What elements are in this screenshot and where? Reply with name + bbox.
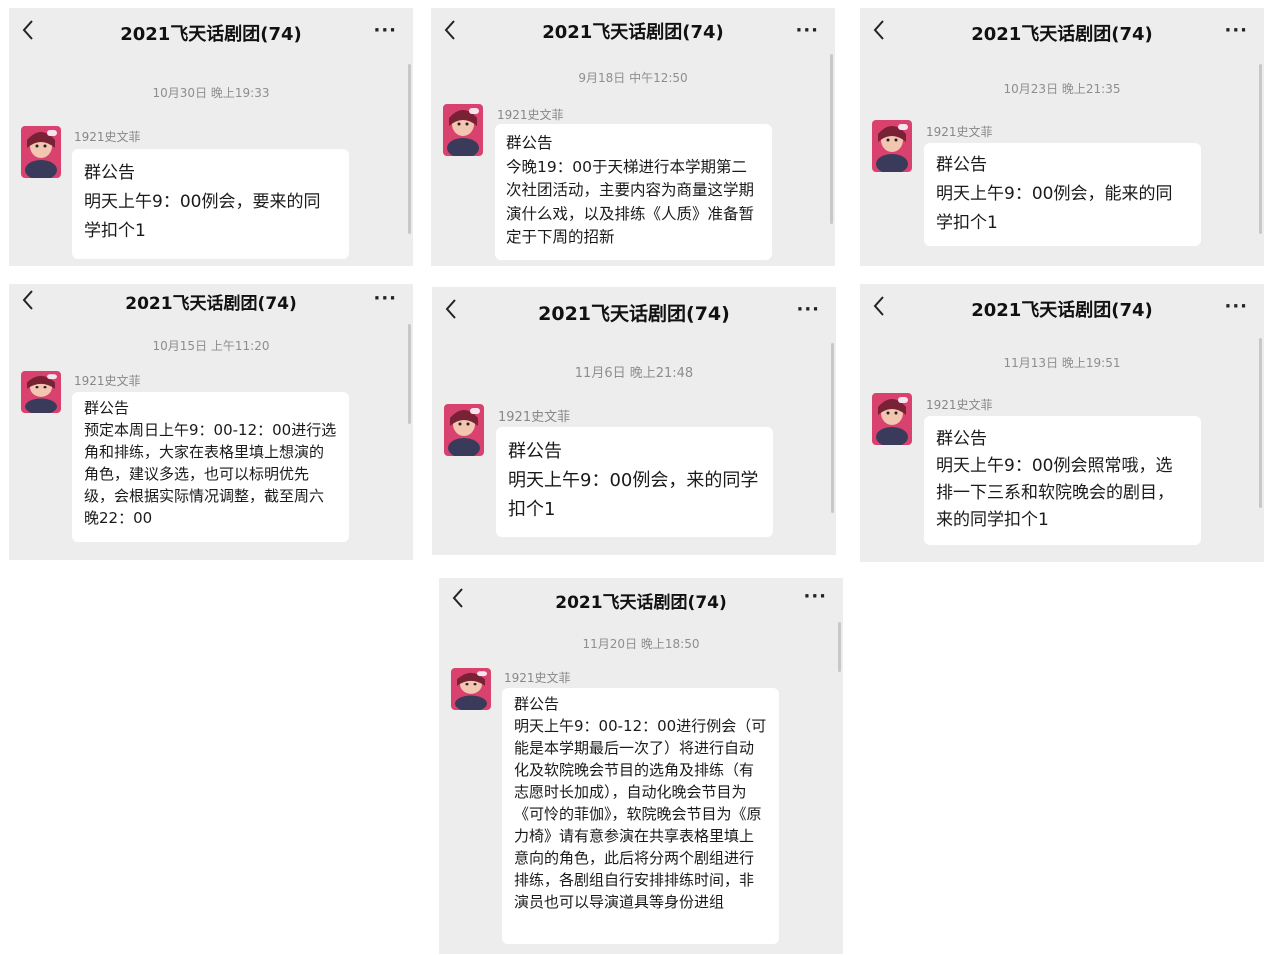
chat-screen-3: 2021飞天话剧团(74) ··· 10月23日 晚上21:35 1921史文菲…	[860, 8, 1264, 266]
chat-screen-7: 2021飞天话剧团(74) ··· 11月20日 晚上18:50 1921史文菲…	[439, 578, 843, 954]
sender-name: 1921史文菲	[74, 130, 141, 144]
sender-avatar[interactable]	[451, 668, 491, 710]
title-bar: 2021飞天话剧团(74) ···	[9, 284, 413, 330]
sender-avatar[interactable]	[444, 404, 484, 456]
announcement-bubble[interactable]: 群公告 明天上午9：00例会，要来的同学扣个1	[72, 149, 349, 259]
chat-title: 2021飞天话剧团(74)	[971, 300, 1153, 321]
chat-title: 2021飞天话剧团(74)	[125, 294, 297, 314]
scrollbar[interactable]	[408, 324, 411, 424]
sender-avatar[interactable]	[21, 371, 61, 413]
announcement-heading: 群公告	[514, 695, 560, 713]
chat-screen-4: 2021飞天话剧团(74) ··· 10月15日 上午11:20 1921史文菲…	[9, 284, 413, 560]
announcement-bubble[interactable]: 群公告 明天上午9：00例会，来的同学扣个1	[496, 427, 773, 537]
chat-title: 2021飞天话剧团(74)	[542, 22, 724, 43]
more-menu-icon[interactable]: ···	[795, 20, 819, 41]
more-menu-icon[interactable]: ···	[796, 299, 820, 320]
announcement-heading: 群公告	[508, 441, 562, 462]
announcement-heading: 群公告	[84, 399, 130, 417]
announcement-heading: 群公告	[506, 134, 553, 152]
more-menu-icon[interactable]: ···	[803, 586, 827, 607]
announcement-bubble[interactable]: 群公告 明天上午9：00例会照常哦，选排一下三系和软院晚会的剧目，来的同学扣个1	[924, 416, 1201, 545]
more-menu-icon[interactable]: ···	[1224, 296, 1248, 317]
message-timestamp: 11月6日 晚上21:48	[574, 366, 694, 381]
announcement-heading: 群公告	[936, 429, 987, 449]
title-bar: 2021飞天话剧团(74) ···	[439, 578, 843, 624]
scrollbar[interactable]	[831, 343, 834, 513]
more-menu-icon[interactable]: ···	[373, 288, 397, 309]
more-menu-icon[interactable]: ···	[1224, 20, 1248, 41]
chat-title: 2021飞天话剧团(74)	[538, 303, 730, 325]
announcement-bubble[interactable]: 群公告 明天上午9：00-12：00进行例会（可能是本学期最后一次了）将进行自动…	[502, 688, 779, 944]
chat-screen-1: 2021飞天话剧团(74) ··· 10月30日 晚上19:33 1921史文菲…	[9, 8, 413, 266]
scrollbar[interactable]	[838, 622, 841, 672]
sender-name: 1921史文菲	[926, 125, 993, 139]
title-bar: 2021飞天话剧团(74) ···	[9, 8, 413, 54]
scrollbar[interactable]	[408, 64, 411, 234]
message-timestamp: 11月13日 晚上19:51	[1003, 356, 1121, 370]
more-menu-icon[interactable]: ···	[373, 20, 397, 41]
sender-name: 1921史文菲	[504, 671, 571, 685]
sender-avatar[interactable]	[21, 126, 61, 178]
scrollbar[interactable]	[1259, 64, 1262, 234]
chat-screen-6: 2021飞天话剧团(74) ··· 11月13日 晚上19:51 1921史文菲…	[860, 284, 1264, 562]
chat-title: 2021飞天话剧团(74)	[971, 24, 1153, 45]
announcement-bubble[interactable]: 群公告 明天上午9：00例会，能来的同学扣个1	[924, 143, 1201, 246]
title-bar: 2021飞天话剧团(74) ···	[432, 287, 836, 333]
sender-name: 1921史文菲	[926, 398, 993, 412]
title-bar: 2021飞天话剧团(74) ···	[431, 8, 835, 54]
announcement-body: 明天上午9：00例会，要来的同学扣个1	[84, 192, 321, 241]
sender-name: 1921史文菲	[497, 108, 564, 122]
chat-title: 2021飞天话剧团(74)	[555, 593, 727, 613]
announcement-body: 今晚19：00于天梯进行本学期第二次社团活动，主要内容为商量这学期演什么戏，以及…	[506, 157, 755, 247]
title-bar: 2021飞天话剧团(74) ···	[860, 284, 1264, 330]
scrollbar[interactable]	[830, 54, 833, 224]
chat-title: 2021飞天话剧团(74)	[120, 24, 302, 45]
announcement-body: 明天上午9：00-12：00进行例会（可能是本学期最后一次了）将进行自动化及软院…	[514, 717, 767, 911]
announcement-bubble[interactable]: 群公告 今晚19：00于天梯进行本学期第二次社团活动，主要内容为商量这学期演什么…	[495, 124, 772, 260]
scrollbar[interactable]	[1259, 338, 1262, 508]
sender-avatar[interactable]	[872, 393, 912, 445]
sender-name: 1921史文菲	[498, 410, 571, 425]
sender-avatar[interactable]	[872, 120, 912, 172]
message-timestamp: 10月30日 晚上19:33	[152, 86, 270, 100]
announcement-body: 预定本周日上午9：00-12：00进行选角和排练，大家在表格里填上想演的角色，建…	[84, 421, 337, 527]
title-bar: 2021飞天话剧团(74) ···	[860, 8, 1264, 54]
sender-name: 1921史文菲	[74, 374, 141, 388]
announcement-body: 明天上午9：00例会照常哦，选排一下三系和软院晚会的剧目，来的同学扣个1	[936, 456, 1174, 530]
announcement-heading: 群公告	[84, 163, 135, 183]
announcement-body: 明天上午9：00例会，来的同学扣个1	[508, 470, 759, 520]
message-timestamp: 10月15日 上午11:20	[152, 339, 270, 353]
announcement-heading: 群公告	[936, 155, 987, 175]
message-timestamp: 11月20日 晚上18:50	[582, 637, 700, 651]
announcement-bubble[interactable]: 群公告 预定本周日上午9：00-12：00进行选角和排练，大家在表格里填上想演的…	[72, 392, 349, 542]
message-timestamp: 10月23日 晚上21:35	[1003, 82, 1121, 96]
chat-screen-5: 2021飞天话剧团(74) ··· 11月6日 晚上21:48 1921史文菲 …	[432, 287, 836, 555]
chat-screen-2: 2021飞天话剧团(74) ··· 9月18日 中午12:50 1921史文菲 …	[431, 8, 835, 266]
sender-avatar[interactable]	[443, 104, 483, 156]
announcement-body: 明天上午9：00例会，能来的同学扣个1	[936, 184, 1173, 233]
message-timestamp: 9月18日 中午12:50	[578, 71, 688, 85]
